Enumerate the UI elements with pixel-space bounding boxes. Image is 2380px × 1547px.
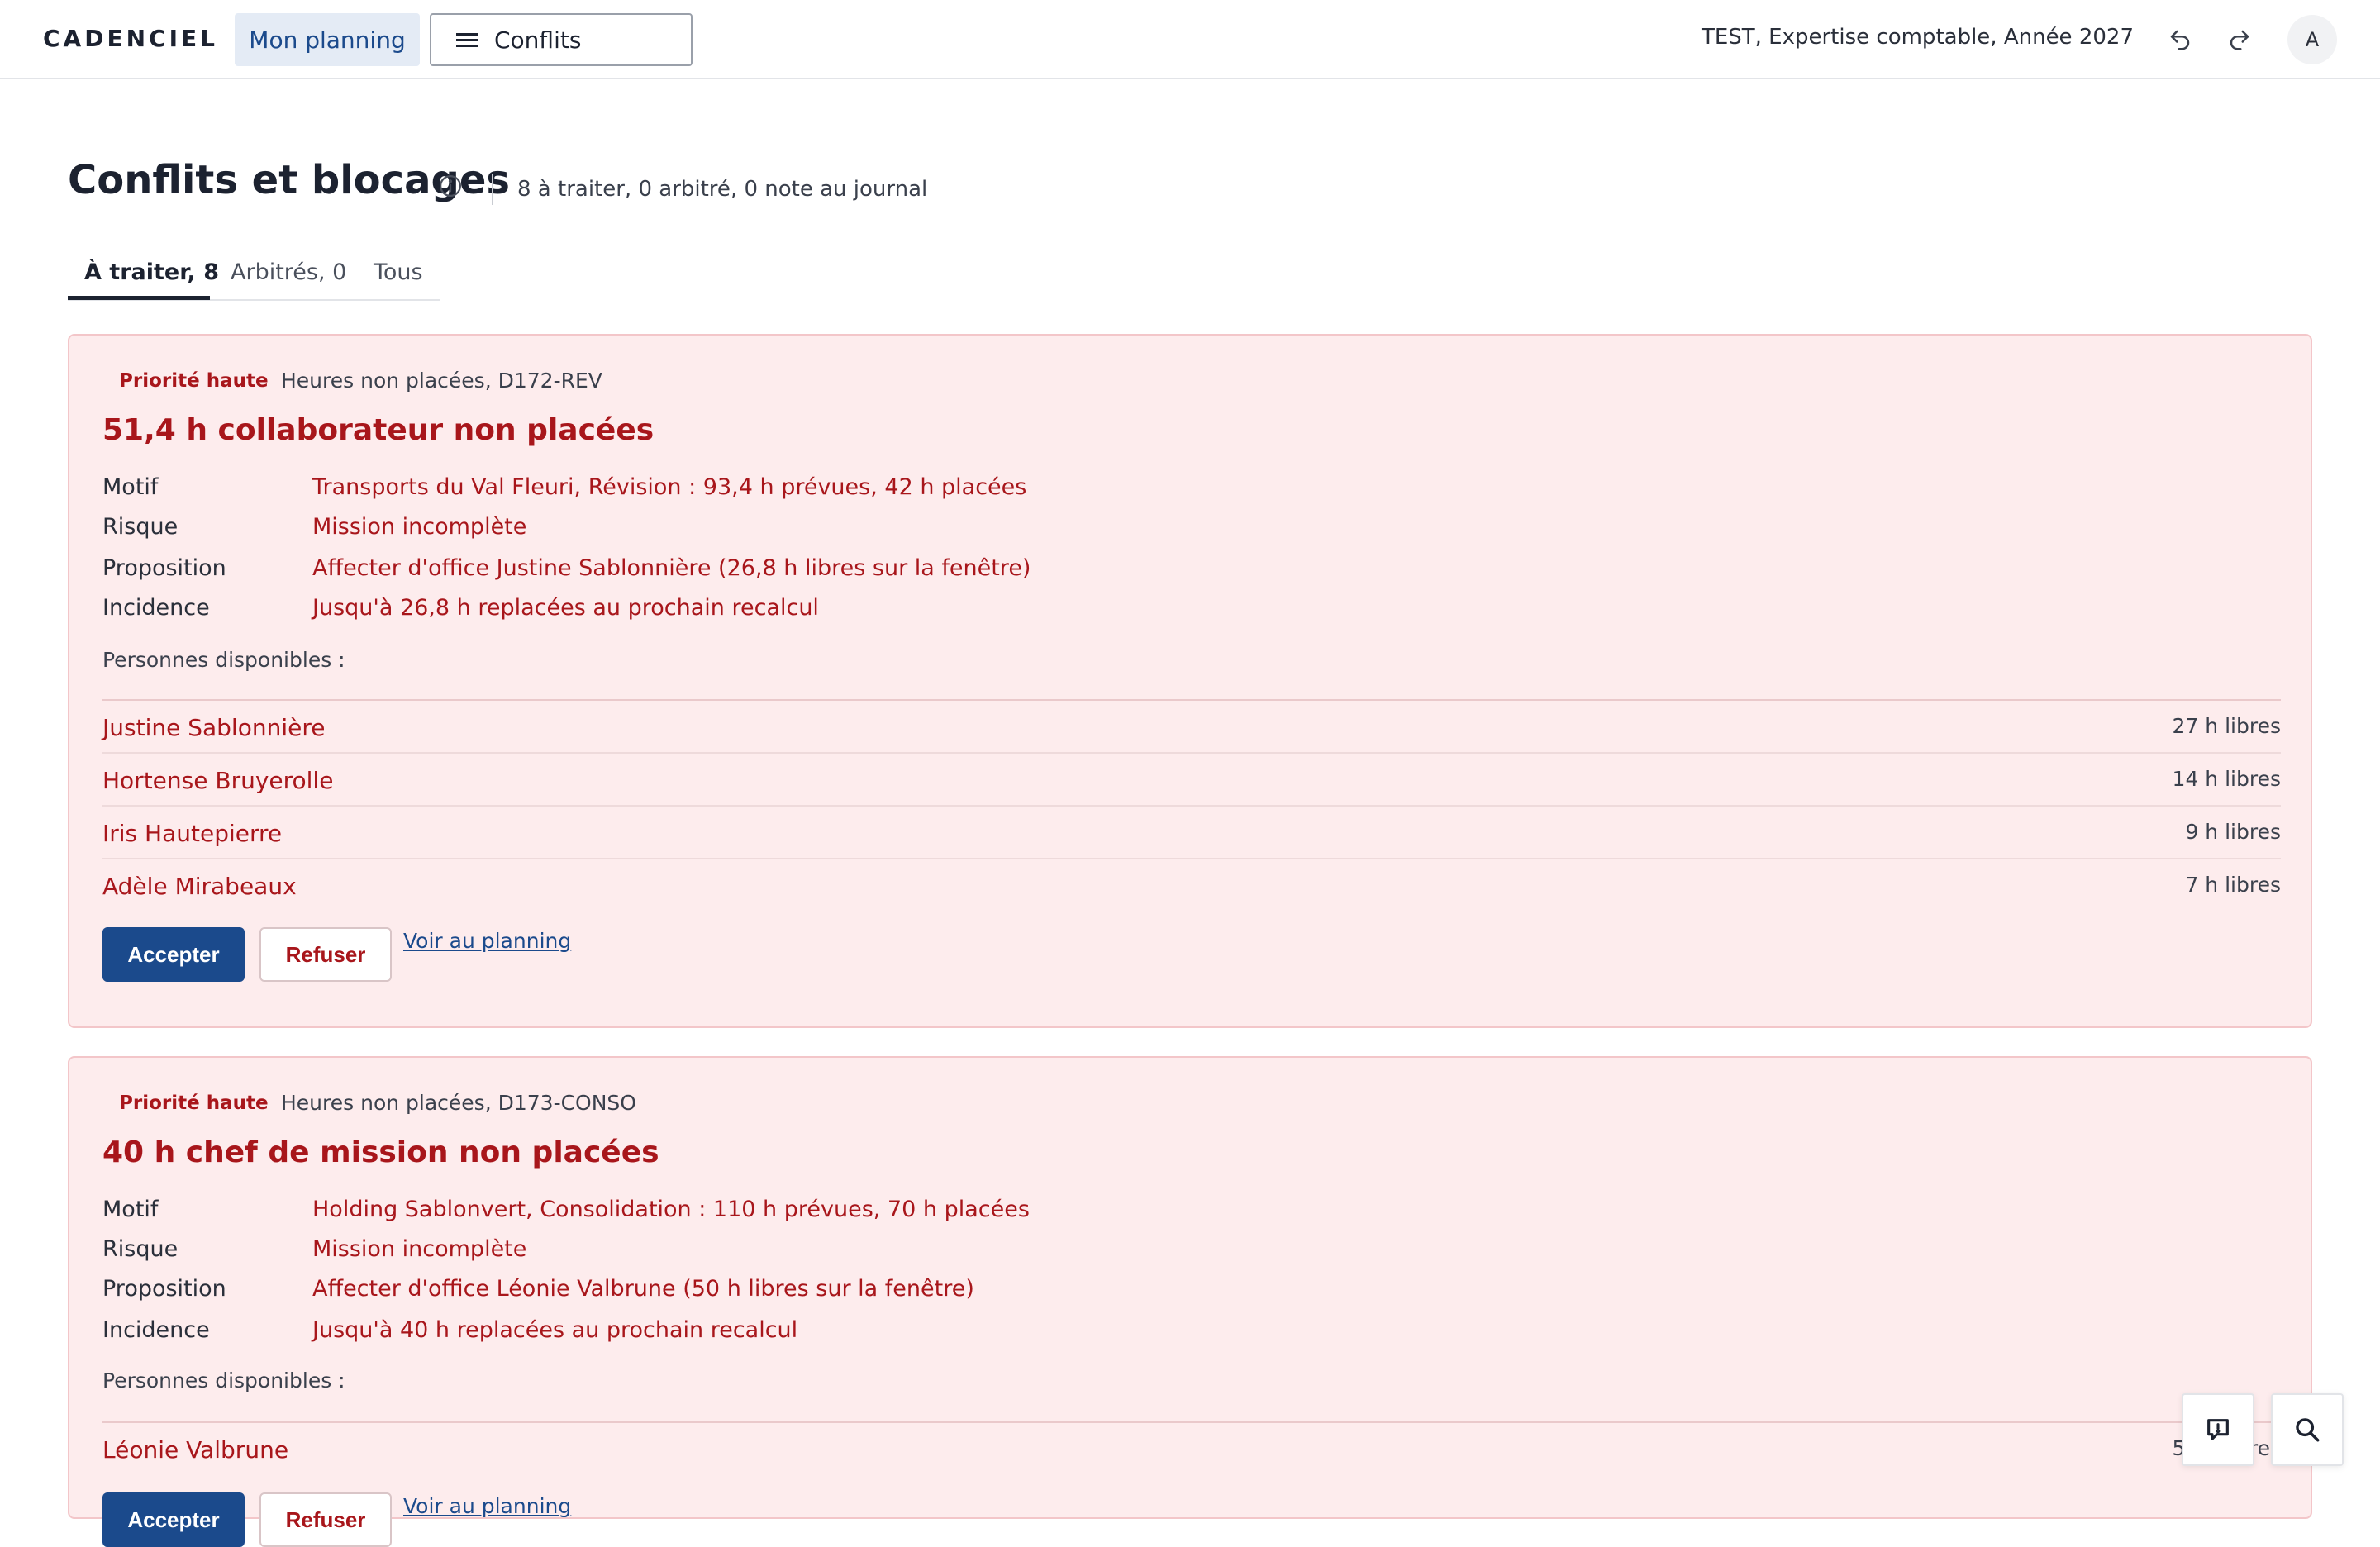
person-name[interactable]: Adèle Mirabeaux bbox=[102, 873, 297, 900]
nav-conflits-label: Conflits bbox=[494, 26, 582, 54]
proposition-value: Affecter d'office Léonie Valbrune (50 h … bbox=[312, 1276, 974, 1302]
conflict-card: Priorité haute Heures non placées, D172-… bbox=[68, 334, 2312, 1028]
proposition-label: Proposition bbox=[102, 1276, 226, 1302]
risque-label: Risque bbox=[102, 1236, 178, 1262]
available-people-label: Personnes disponibles : bbox=[102, 648, 345, 672]
see-planning-link[interactable]: Voir au planning bbox=[403, 1494, 571, 1518]
active-tab-indicator bbox=[68, 296, 210, 300]
list-item[interactable]: Léonie Valbrune 50 h libres bbox=[102, 1423, 2281, 1476]
incidence-label: Incidence bbox=[102, 595, 210, 621]
undo-icon bbox=[2170, 30, 2190, 50]
conflict-type: Heures non placées, D172-REV bbox=[281, 369, 602, 393]
person-name[interactable]: Léonie Valbrune bbox=[102, 1436, 288, 1464]
tab-bar: À traiter, 8 Arbitrés, 0 Tous bbox=[68, 253, 440, 301]
person-hours: 7 h libres bbox=[2185, 873, 2281, 897]
person-name[interactable]: Hortense Bruyerolle bbox=[102, 767, 333, 794]
incidence-label: Incidence bbox=[102, 1317, 210, 1343]
risque-value: Mission incomplète bbox=[312, 1236, 527, 1262]
top-bar: CADENCIEL Mon planning Conflits TEST, Ex… bbox=[0, 0, 2380, 79]
proposition-label: Proposition bbox=[102, 555, 226, 581]
accept-button[interactable]: Accepter bbox=[102, 927, 245, 982]
header-divider bbox=[492, 174, 493, 205]
incidence-value: Jusqu'à 40 h replacées au prochain recal… bbox=[312, 1317, 798, 1343]
info-icon[interactable] bbox=[438, 174, 463, 198]
tab-a-traiter[interactable]: À traiter, 8 bbox=[84, 259, 219, 285]
brand-logo[interactable]: CADENCIEL bbox=[43, 25, 218, 52]
nav-mon-planning[interactable]: Mon planning bbox=[235, 13, 420, 66]
person-name[interactable]: Iris Hautepierre bbox=[102, 820, 282, 847]
person-hours: 27 h libres bbox=[2172, 714, 2281, 738]
undo-button[interactable] bbox=[2160, 20, 2200, 60]
accept-button[interactable]: Accepter bbox=[102, 1492, 245, 1547]
risque-label: Risque bbox=[102, 514, 178, 540]
tab-tous[interactable]: Tous bbox=[374, 259, 423, 285]
conflict-card: Priorité haute Heures non placées, D173-… bbox=[68, 1056, 2312, 1547]
see-planning-link[interactable]: Voir au planning bbox=[403, 929, 571, 953]
person-hours: 9 h libres bbox=[2185, 820, 2281, 844]
motif-value: Transports du Val Fleuri, Révision : 93,… bbox=[312, 474, 1027, 500]
proposition-value: Affecter d'office Justine Sablonnière (2… bbox=[312, 555, 1031, 581]
conflict-type: Heures non placées, D173-CONSO bbox=[281, 1091, 636, 1115]
menu-icon bbox=[456, 31, 478, 48]
refuse-button[interactable]: Refuser bbox=[259, 1492, 392, 1547]
refuse-button[interactable]: Refuser bbox=[259, 927, 392, 982]
risque-value: Mission incomplète bbox=[312, 514, 527, 540]
available-people-list: Justine Sablonnière 27 h libres Hortense… bbox=[102, 699, 2281, 912]
motif-label: Motif bbox=[102, 474, 159, 500]
list-item[interactable]: Iris Hautepierre 9 h libres bbox=[102, 807, 2281, 859]
available-people-list: Léonie Valbrune 50 h libres bbox=[102, 1421, 2281, 1476]
list-item[interactable]: Hortense Bruyerolle 14 h libres bbox=[102, 754, 2281, 807]
list-item[interactable]: Justine Sablonnière 27 h libres bbox=[102, 701, 2281, 754]
nav-conflits[interactable]: Conflits bbox=[430, 13, 693, 66]
search-button[interactable] bbox=[2271, 1393, 2344, 1466]
feedback-icon bbox=[2207, 1419, 2229, 1440]
priority-badge: Priorité haute bbox=[119, 370, 269, 392]
priority-badge: Priorité haute bbox=[119, 1092, 269, 1114]
search-icon bbox=[2296, 1418, 2320, 1442]
avatar[interactable]: A bbox=[2287, 15, 2337, 64]
tab-arbitres[interactable]: Arbitrés, 0 bbox=[231, 259, 346, 285]
motif-label: Motif bbox=[102, 1197, 159, 1222]
feedback-button[interactable] bbox=[2182, 1393, 2254, 1466]
redo-icon bbox=[2230, 30, 2249, 50]
person-name[interactable]: Justine Sablonnière bbox=[102, 714, 325, 741]
redo-button[interactable] bbox=[2220, 20, 2259, 60]
conflict-summary: 8 à traiter, 0 arbitré, 0 note au journa… bbox=[517, 177, 928, 202]
conflict-title: 51,4 h collaborateur non placées bbox=[102, 413, 654, 447]
list-item[interactable]: Adèle Mirabeaux 7 h libres bbox=[102, 859, 2281, 912]
incidence-value: Jusqu'à 26,8 h replacées au prochain rec… bbox=[312, 595, 819, 621]
motif-value: Holding Sablonvert, Consolidation : 110 … bbox=[312, 1197, 1030, 1222]
context-label: TEST, Expertise comptable, Année 2027 bbox=[1701, 25, 2134, 50]
available-people-label: Personnes disponibles : bbox=[102, 1368, 345, 1392]
conflict-title: 40 h chef de mission non placées bbox=[102, 1135, 659, 1169]
person-hours: 14 h libres bbox=[2172, 767, 2281, 791]
